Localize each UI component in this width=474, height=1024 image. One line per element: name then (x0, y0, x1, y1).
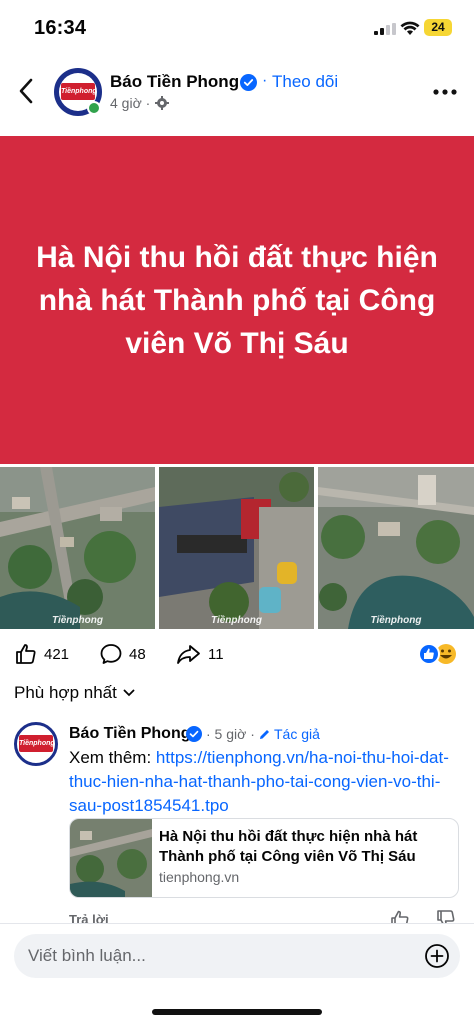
link-preview-card[interactable]: Hà Nội thu hồi đất thực hiện nhà hát Thà… (69, 818, 459, 898)
back-button[interactable] (16, 76, 38, 106)
share-arrow-icon (177, 645, 200, 664)
link-thumbnail (70, 819, 152, 897)
photo-watermark: Tiềnphong (211, 615, 262, 626)
like-button[interactable]: 421 (14, 640, 69, 668)
share-button[interactable]: 11 (176, 640, 224, 668)
separator-dot: · (262, 72, 268, 89)
post-banner[interactable]: Hà Nội thu hồi đất thực hiện nhà hát Thà… (0, 136, 474, 464)
home-indicator (152, 1009, 322, 1015)
comment-input[interactable]: Viết bình luận... (14, 934, 460, 978)
sort-label: Phù hợp nhất (14, 683, 117, 702)
reaction-summary-icon[interactable] (416, 642, 460, 666)
author-badge: Tác giả (258, 726, 320, 742)
reactions-bar: 421 48 11 (0, 640, 474, 668)
add-attachment-icon[interactable] (424, 943, 450, 969)
verified-badge-icon (240, 74, 257, 91)
battery-indicator: 24 (424, 19, 452, 36)
photo-grid: Tiềnphong Tiềnphong Tiềnphong (0, 467, 474, 629)
link-card-title: Hà Nội thu hồi đất thực hiện nhà hát Thà… (159, 828, 418, 865)
settings-gear-icon (155, 96, 169, 110)
pencil-icon (260, 729, 269, 739)
comment-time: · 5 giờ · (206, 726, 255, 742)
link-card-domain: tienphong.vn (159, 869, 240, 885)
commenter-avatar[interactable]: Tiềnphong (14, 722, 58, 766)
page-name[interactable]: Báo Tiền Phong (110, 72, 239, 92)
comment-text: Xem thêm: https://tienphong.vn/ha-noi-th… (69, 746, 464, 818)
online-status-dot (87, 101, 101, 115)
comment-button[interactable]: 48 (99, 640, 146, 668)
like-count: 421 (44, 645, 70, 663)
cellular-signal-icon (374, 23, 396, 35)
verified-badge-icon (186, 726, 202, 742)
commenter-name[interactable]: Báo Tiền Phong (69, 725, 190, 743)
street-photo-2[interactable]: Tiềnphong (159, 467, 314, 629)
share-count: 11 (208, 645, 224, 663)
chevron-down-icon (123, 689, 135, 697)
comment-bubble-icon (100, 644, 122, 664)
banner-title: Hà Nội thu hồi đất thực hiện nhà hát Thà… (36, 240, 438, 360)
more-options-icon[interactable] (432, 82, 458, 102)
comment-composer: Viết bình luận... (0, 923, 474, 1024)
tienphong-logo: Tiềnphong (61, 83, 97, 100)
status-time: 16:34 (34, 17, 87, 39)
status-bar: 16:34 24 (0, 0, 474, 56)
comment-sort-dropdown[interactable]: Phù hợp nhất (14, 683, 135, 703)
post-header: Tiềnphong Báo Tiền Phong · Theo dõi 4 gi… (0, 60, 474, 124)
thumbs-up-icon (16, 644, 36, 664)
follow-button[interactable]: Theo dõi (272, 72, 338, 92)
aerial-photo-1[interactable]: Tiềnphong (0, 467, 155, 629)
photo-watermark: Tiềnphong (52, 615, 103, 626)
comment-prefix: Xem thêm: (69, 748, 156, 767)
photo-watermark: Tiềnphong (370, 615, 422, 626)
tienphong-logo: Tiềnphong (19, 735, 55, 752)
comment-count: 48 (129, 645, 146, 663)
post-timestamp: 4 giờ · (110, 95, 151, 111)
comment-input-placeholder: Viết bình luận... (28, 946, 146, 965)
aerial-photo-3[interactable]: Tiềnphong (318, 467, 474, 629)
wifi-icon (400, 21, 420, 35)
